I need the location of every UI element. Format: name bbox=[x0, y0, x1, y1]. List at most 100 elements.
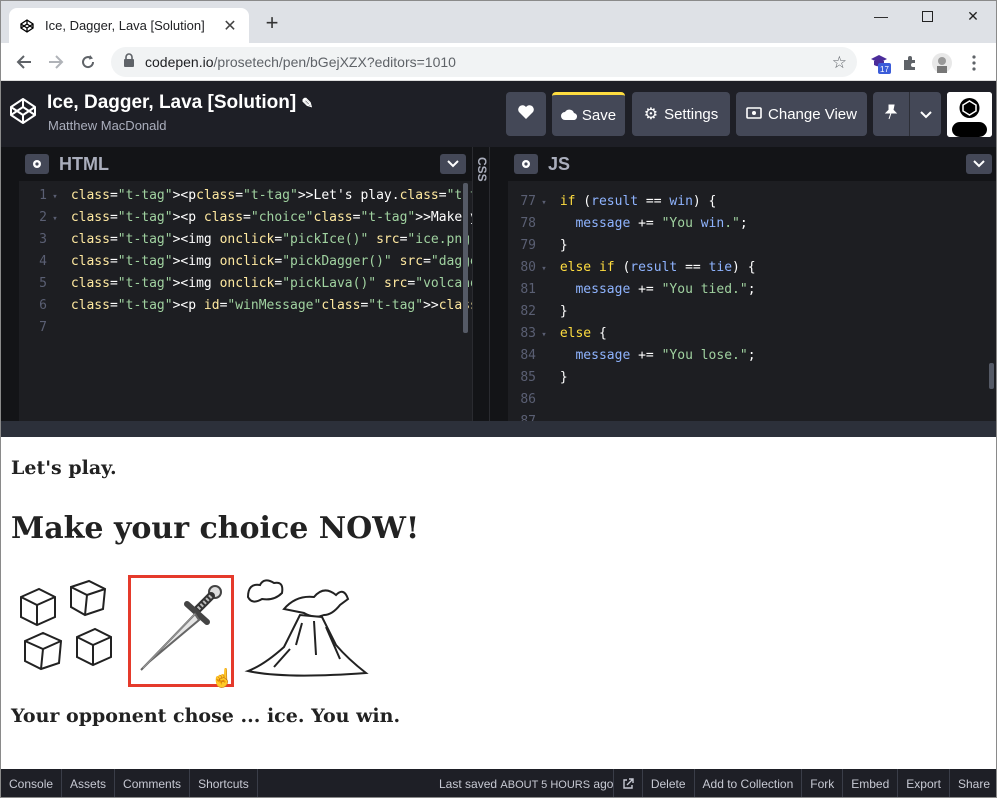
preview-pane: Let's play. Make your choice NOW! ☝ Your… bbox=[1, 437, 996, 769]
pin-button[interactable] bbox=[873, 92, 909, 136]
save-label: Save bbox=[581, 107, 617, 124]
line-number: 84 bbox=[520, 348, 536, 363]
pen-author[interactable]: Matthew MacDonald bbox=[48, 118, 167, 133]
profile-avatar-icon[interactable] bbox=[931, 52, 953, 74]
gear-icon: ⚙ bbox=[643, 106, 659, 123]
close-window-icon[interactable]: ✕ bbox=[950, 1, 996, 31]
code-line[interactable]: 87 bbox=[510, 411, 560, 421]
code-line[interactable]: 3 class="t-tag"><img onclick="pickIce()"… bbox=[21, 229, 472, 251]
code-line[interactable]: 77 ▾ if (result == win) { bbox=[510, 191, 716, 213]
fold-arrow-icon[interactable]: ▾ bbox=[536, 258, 552, 280]
change-view-button[interactable]: Change View bbox=[736, 92, 867, 136]
extensions-puzzle-icon[interactable] bbox=[899, 52, 921, 74]
code-line[interactable]: 79 } bbox=[510, 235, 567, 257]
code-line[interactable]: 80 ▾ else if (result == tie) { bbox=[510, 257, 755, 280]
code-line[interactable]: 78 message += "You win."; bbox=[510, 213, 747, 235]
code-line[interactable]: 81 message += "You tied."; bbox=[510, 279, 755, 301]
new-tab-button[interactable]: + bbox=[261, 12, 283, 35]
line-number: 4 bbox=[39, 254, 47, 269]
code-line[interactable]: 2 ▾ class="t-tag"><p class="choice"class=… bbox=[21, 207, 472, 229]
embed-button[interactable]: Embed bbox=[842, 769, 897, 797]
browser-menu-icon[interactable] bbox=[963, 52, 985, 74]
save-button[interactable]: Save bbox=[552, 92, 625, 136]
css-pane-title: CSS bbox=[475, 157, 489, 182]
browser-tab[interactable]: Ice, Dagger, Lava [Solution] ✕ bbox=[9, 8, 249, 43]
fold-arrow-icon[interactable]: ▾ bbox=[536, 192, 552, 214]
address-bar[interactable]: codepen.io/prosetech/pen/bGejXZX?editors… bbox=[111, 47, 857, 77]
maximize-icon[interactable] bbox=[904, 1, 950, 31]
edit-pencil-icon[interactable]: ✎ bbox=[301, 95, 313, 111]
url-text: codepen.io/prosetech/pen/bGejXZX?editors… bbox=[145, 54, 456, 70]
reload-icon[interactable] bbox=[75, 49, 101, 75]
js-code[interactable]: 77 ▾ if (result == win) {78 message += "Y… bbox=[508, 181, 996, 421]
hand-cursor-icon: ☝ bbox=[211, 668, 234, 689]
codepen-footer: Console Assets Comments Shortcuts Last s… bbox=[1, 769, 996, 797]
css-pane-collapsed[interactable]: CSS bbox=[472, 147, 490, 421]
js-pane-chevron-down-icon[interactable] bbox=[966, 154, 992, 174]
code-line[interactable]: 84 message += "You lose."; bbox=[510, 345, 755, 367]
code-line[interactable]: 82 } bbox=[510, 301, 567, 323]
code-line[interactable]: 1 ▾ class="t-tag"><pclass="t-tag">>Let's … bbox=[21, 185, 472, 207]
chevron-down-icon bbox=[919, 106, 932, 123]
code-line[interactable]: 86 bbox=[510, 389, 560, 411]
delete-button[interactable]: Delete bbox=[641, 769, 694, 797]
lock-icon bbox=[123, 52, 135, 72]
pane-gutter[interactable] bbox=[490, 147, 508, 421]
line-number: 78 bbox=[520, 216, 536, 231]
export-button[interactable]: Export bbox=[897, 769, 949, 797]
js-scrollbar[interactable] bbox=[989, 363, 994, 389]
comments-button[interactable]: Comments bbox=[115, 769, 191, 797]
html-pane-chevron-down-icon[interactable] bbox=[440, 154, 466, 174]
shortcuts-button[interactable]: Shortcuts bbox=[190, 769, 258, 797]
line-number: 86 bbox=[520, 392, 536, 407]
js-editor[interactable]: JS 77 ▾ if (result == win) {78 message +=… bbox=[508, 147, 996, 421]
fold-arrow-icon[interactable]: ▾ bbox=[47, 186, 63, 208]
tab-title: Ice, Dagger, Lava [Solution] bbox=[45, 18, 205, 33]
line-number: 83 bbox=[520, 326, 536, 341]
dagger-image[interactable]: ☝ bbox=[128, 575, 234, 689]
resize-divider[interactable] bbox=[1, 421, 996, 437]
code-line[interactable]: 5 class="t-tag"><img onclick="pickLava()… bbox=[21, 273, 472, 295]
heart-button[interactable] bbox=[506, 92, 546, 136]
codepen-logo-icon[interactable] bbox=[9, 97, 37, 130]
fold-arrow-icon[interactable]: ▾ bbox=[536, 324, 552, 346]
pen-title[interactable]: Ice, Dagger, Lava [Solution] ✎ bbox=[47, 92, 313, 114]
saved-suffix: ago bbox=[593, 777, 614, 791]
html-settings-gear-icon[interactable] bbox=[25, 154, 49, 174]
code-line[interactable]: 6 class="t-tag"><p id="winMessage"class=… bbox=[21, 295, 472, 317]
extension-badge-icon[interactable]: 17 bbox=[869, 52, 891, 74]
settings-button[interactable]: ⚙ Settings bbox=[632, 92, 730, 136]
code-line[interactable]: 85 } bbox=[510, 367, 567, 389]
line-number: 82 bbox=[520, 304, 536, 319]
fork-button[interactable]: Fork bbox=[801, 769, 842, 797]
html-editor[interactable]: HTML 1 ▾ class="t-tag"><pclass="t-tag">>L… bbox=[19, 147, 472, 421]
forward-icon[interactable] bbox=[43, 49, 69, 75]
line-number: 87 bbox=[510, 411, 536, 421]
line-number: 2 bbox=[39, 210, 47, 225]
extension-badge-count: 17 bbox=[880, 65, 889, 74]
minimize-icon[interactable]: — bbox=[858, 1, 904, 31]
pin-menu-button[interactable] bbox=[909, 92, 941, 136]
close-tab-icon[interactable]: ✕ bbox=[221, 17, 239, 35]
code-line[interactable]: 7 bbox=[21, 317, 71, 339]
fold-arrow-icon[interactable]: ▾ bbox=[47, 208, 63, 230]
footer-actions: Delete Add to Collection Fork Embed Expo… bbox=[612, 769, 996, 797]
back-icon[interactable] bbox=[11, 49, 37, 75]
user-avatar[interactable] bbox=[947, 92, 992, 137]
html-editor-header: HTML bbox=[19, 147, 472, 181]
bookmark-star-icon[interactable]: ☆ bbox=[832, 53, 847, 73]
code-line[interactable]: 4 class="t-tag"><img onclick="pickDagger… bbox=[21, 251, 472, 273]
add-to-collection-button[interactable]: Add to Collection bbox=[693, 769, 802, 797]
html-code[interactable]: 1 ▾ class="t-tag"><pclass="t-tag">>Let's … bbox=[19, 181, 472, 421]
console-button[interactable]: Console bbox=[1, 769, 63, 797]
code-line[interactable]: 83 ▾ else { bbox=[510, 323, 606, 346]
share-button[interactable]: Share bbox=[948, 769, 996, 797]
preview-line-1: Let's play. bbox=[11, 457, 117, 479]
win-message: Your opponent chose ... ice. You win. bbox=[11, 705, 401, 727]
ice-image[interactable] bbox=[15, 575, 123, 687]
js-settings-gear-icon[interactable] bbox=[514, 154, 538, 174]
volcano-image[interactable] bbox=[244, 575, 369, 687]
assets-button[interactable]: Assets bbox=[62, 769, 116, 797]
html-scrollbar[interactable] bbox=[463, 183, 468, 333]
open-external-icon[interactable] bbox=[612, 769, 642, 797]
